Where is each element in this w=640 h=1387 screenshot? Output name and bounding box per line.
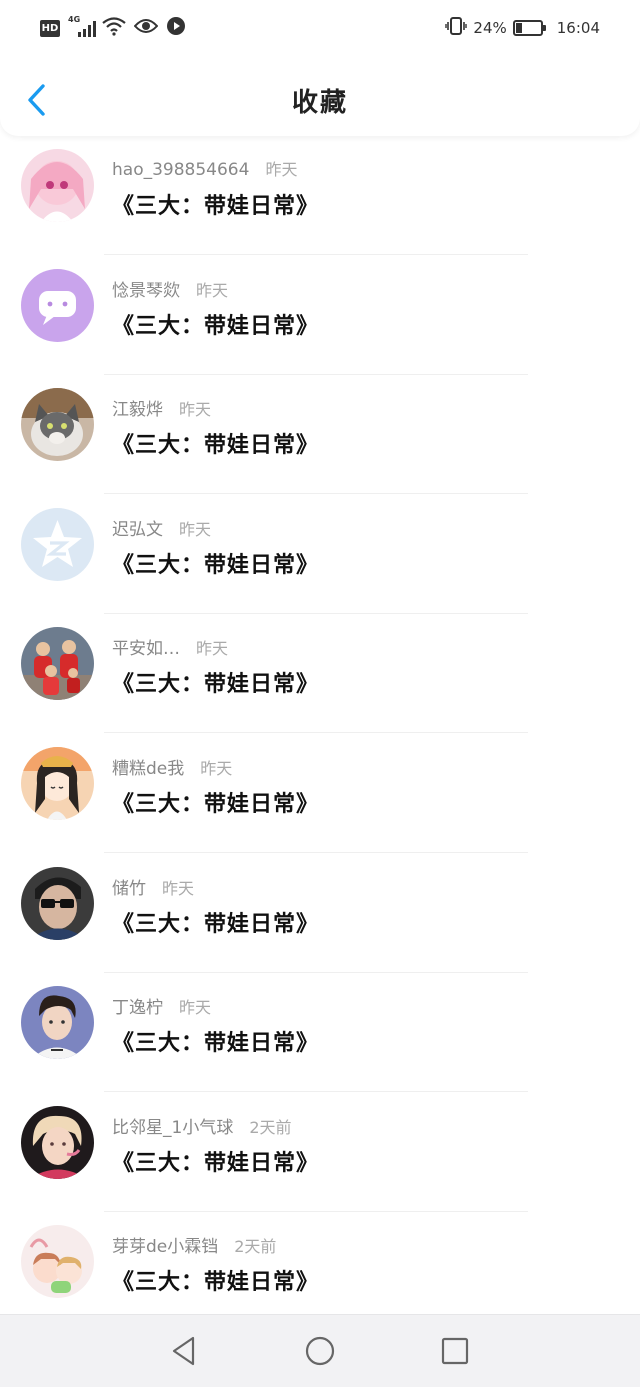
favorite-list-item[interactable]: 比邻星_1小气球 2天前《三大：带娃日常》 [0, 1093, 640, 1212]
circle-home-icon [305, 1336, 335, 1366]
nav-header: 收藏 [0, 60, 640, 136]
system-recents-button[interactable] [437, 1333, 473, 1369]
eye-icon [133, 17, 159, 39]
avatar[interactable] [21, 1105, 94, 1179]
item-time: 2天前 [234, 1237, 277, 1257]
status-left-icons: HD 4G [40, 14, 186, 42]
favorite-title[interactable]: 《三大：带娃日常》 [112, 906, 319, 938]
favorite-list-item[interactable]: 丁逸柠 昨天《三大：带娃日常》 [0, 973, 640, 1093]
item-meta: 惗景琴欻 昨天 [112, 276, 228, 301]
item-meta: 芽芽de小霖铛 2天前 [112, 1232, 276, 1257]
item-time: 昨天 [179, 519, 212, 539]
user-name[interactable]: 比邻星_1小气球 [112, 1118, 233, 1138]
favorite-list-item[interactable]: 糟糕de我 昨天《三大：带娃日常》 [0, 734, 640, 853]
hd-badge: HD [40, 19, 60, 37]
item-time: 昨天 [196, 639, 229, 659]
status-right-icons: 24% ⚡ 16:04 [445, 14, 600, 42]
item-time: 昨天 [179, 998, 212, 1018]
avatar[interactable] [21, 627, 94, 701]
item-time: 昨天 [200, 759, 233, 778]
status-bar: HD 4G 24% ⚡ 16:04 [0, 0, 640, 56]
item-time: 2天前 [249, 1117, 292, 1137]
item-time: 昨天 [179, 400, 212, 420]
favorite-list-item[interactable]: hao_398854664 昨天《三大：带娃日常》 [0, 136, 640, 255]
system-home-button[interactable] [302, 1333, 338, 1369]
favorite-list-item[interactable]: 平安如… 昨天《三大：带娃日常》 [0, 614, 640, 734]
item-time: 昨天 [162, 878, 195, 898]
item-time: 昨天 [196, 280, 229, 300]
favorite-title[interactable]: 《三大：带娃日常》 [112, 786, 319, 818]
item-meta: hao_398854664 昨天 [112, 156, 297, 180]
system-nav-bar [0, 1314, 640, 1387]
user-name[interactable]: 芽芽de小霖铛 [112, 1237, 218, 1257]
favorite-title[interactable]: 《三大：带娃日常》 [112, 1025, 319, 1057]
avatar[interactable] [21, 747, 94, 820]
item-meta: 糟糕de我 昨天 [112, 754, 232, 779]
favorite-title[interactable]: 《三大：带娃日常》 [112, 1264, 319, 1296]
avatar[interactable] [21, 986, 94, 1060]
clock: 16:04 [556, 19, 600, 37]
wifi-icon [102, 16, 126, 40]
avatar[interactable] [21, 866, 94, 940]
square-recents-icon [441, 1337, 469, 1365]
system-back-button[interactable] [166, 1333, 202, 1369]
favorite-list-item[interactable]: 迟弘文 昨天《三大：带娃日常》 [0, 495, 640, 614]
user-name[interactable]: 储竹 [112, 879, 146, 899]
avatar[interactable] [21, 507, 94, 581]
avatar[interactable] [21, 1225, 94, 1299]
battery-icon: ⚡ [512, 20, 546, 36]
user-name[interactable]: 惗景琴欻 [112, 281, 180, 301]
item-meta: 平安如… 昨天 [112, 634, 228, 659]
favorite-title[interactable]: 《三大：带娃日常》 [112, 547, 319, 579]
avatar[interactable] [21, 388, 94, 462]
vibrate-icon [445, 16, 468, 40]
user-name[interactable]: hao_398854664 [112, 160, 249, 180]
favorite-title[interactable]: 《三大：带娃日常》 [112, 666, 319, 698]
page-title: 收藏 [291, 88, 348, 118]
favorites-screen: HD 4G 24% ⚡ 16:04 收藏 hao_398854664 昨天 《三… [0, 0, 640, 1387]
favorite-list-item[interactable]: 惗景琴欻 昨天《三大：带娃日常》 [0, 256, 640, 375]
charging-bolt-icon: ⚡ [522, 20, 531, 33]
triangle-back-icon [172, 1336, 195, 1366]
user-name[interactable]: 糟糕de我 [112, 759, 184, 779]
item-time: 昨天 [265, 160, 298, 179]
favorite-title[interactable]: 《三大：带娃日常》 [112, 1145, 319, 1177]
4g-signal-icon: 4G [68, 15, 96, 39]
user-name[interactable]: 迟弘文 [112, 520, 163, 540]
item-meta: 比邻星_1小气球 2天前 [112, 1113, 292, 1138]
item-meta: 储竹 昨天 [112, 874, 194, 899]
user-name[interactable]: 平安如… [112, 639, 180, 659]
item-meta: 江毅烨 昨天 [112, 395, 211, 420]
avatar[interactable] [21, 268, 94, 342]
favorites-list[interactable]: hao_398854664 昨天 《三大：带娃日常》 惗景琴欻 昨天 《三大：带娃日常》江… [0, 136, 640, 1316]
user-name[interactable]: 江毅烨 [112, 400, 163, 420]
favorite-list-item[interactable]: 芽芽de小霖铛 2天前《三大：带娃日常》 [0, 1212, 640, 1316]
favorite-title[interactable]: 《三大：带娃日常》 [112, 427, 319, 459]
user-name[interactable]: 丁逸柠 [112, 998, 163, 1018]
favorite-list-item[interactable]: 储竹 昨天《三大：带娃日常》 [0, 854, 640, 973]
favorite-list-item[interactable]: 江毅烨 昨天《三大：带娃日常》 [0, 375, 640, 495]
favorite-title[interactable]: 《三大：带娃日常》 [112, 308, 319, 340]
item-meta: 丁逸柠 昨天 [112, 993, 211, 1018]
top-bar: HD 4G 24% ⚡ 16:04 收藏 [0, 0, 640, 136]
battery-percent: 24% [473, 19, 507, 37]
avatar[interactable] [21, 149, 94, 222]
favorite-title[interactable]: 《三大：带娃日常》 [112, 188, 319, 220]
item-meta: 迟弘文 昨天 [112, 515, 211, 540]
play-icon [166, 16, 186, 40]
